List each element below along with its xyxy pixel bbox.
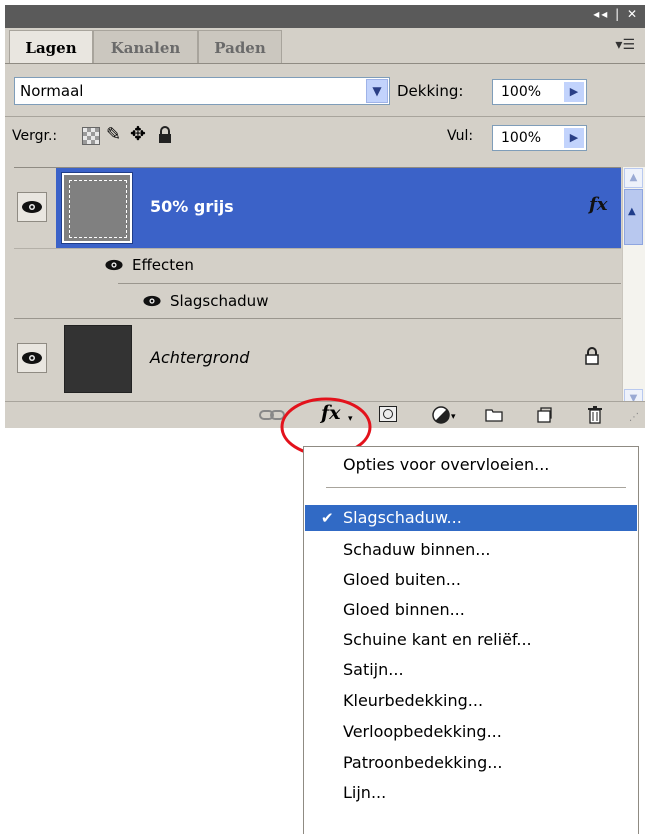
fx-badge-icon[interactable]: fx: [589, 194, 607, 215]
lock-icon: [584, 347, 600, 369]
menu-item-gloed-buiten[interactable]: Gloed buiten...: [305, 567, 637, 593]
tab-kanalen[interactable]: Kanalen: [93, 30, 198, 64]
menu-separator: [326, 487, 626, 488]
eye-icon: [22, 352, 42, 364]
fx-dropdown-menu: Opties voor overvloeien... ✔ Slagschaduw…: [303, 446, 639, 834]
collapse-close-icon[interactable]: ◂◂ | ✕: [593, 7, 639, 21]
fill-field[interactable]: 100% ▶: [492, 125, 587, 151]
opacity-label: Dekking:: [397, 82, 464, 100]
layer-thumbnail: [61, 172, 133, 244]
lock-brush-icon[interactable]: ✎: [106, 124, 121, 145]
menu-item-gloed-binnen[interactable]: Gloed binnen...: [305, 597, 637, 623]
tab-lagen[interactable]: Lagen: [9, 30, 93, 64]
layer-name[interactable]: 50% grijs: [150, 197, 234, 216]
visibility-toggle[interactable]: [17, 343, 47, 373]
fill-arrow-icon[interactable]: ▶: [564, 128, 584, 148]
mask-icon[interactable]: [379, 406, 397, 422]
chevron-down-icon[interactable]: ▼: [366, 79, 388, 103]
layer-row-background[interactable]: Achtergrond: [14, 319, 621, 399]
lock-move-icon[interactable]: ✥: [130, 123, 146, 145]
scroll-up-icon[interactable]: ▲: [624, 168, 643, 188]
eye-icon: [22, 201, 42, 213]
eye-icon[interactable]: [104, 259, 124, 271]
blend-mode-select[interactable]: Normaal ▼: [14, 77, 390, 105]
divider: [5, 116, 645, 117]
tab-paden[interactable]: Paden: [198, 30, 282, 64]
scroll-thumb[interactable]: ▲: [624, 189, 643, 245]
effect-label: Slagschaduw: [170, 292, 269, 310]
visibility-toggle[interactable]: [17, 192, 47, 222]
tab-divider: [5, 63, 645, 64]
resize-grip-icon[interactable]: ⋰: [629, 412, 639, 423]
menu-item-label: Slagschaduw...: [343, 508, 462, 527]
fill-label: Vul:: [447, 128, 474, 144]
layer-name[interactable]: Achtergrond: [150, 348, 249, 367]
lock-all-icon[interactable]: [157, 126, 173, 148]
menu-item-patroonbedekking[interactable]: Patroonbedekking...: [305, 750, 637, 776]
panel-menu-icon[interactable]: ▾☰: [615, 37, 635, 53]
trash-icon[interactable]: [587, 405, 603, 424]
menu-item-slagschaduw[interactable]: ✔ Slagschaduw...: [305, 505, 637, 531]
effects-row[interactable]: Effecten: [56, 248, 621, 283]
eye-icon[interactable]: [142, 295, 162, 307]
menu-item-lijn[interactable]: Lijn...: [305, 780, 637, 806]
lock-transparency-icon[interactable]: [82, 127, 100, 145]
layer-row-selected[interactable]: 50% grijs fx: [14, 168, 621, 248]
effects-label: Effecten: [132, 256, 194, 274]
layer-thumbnail: [64, 325, 132, 393]
menu-item-schuine-kant[interactable]: Schuine kant en reliëf...: [305, 627, 637, 653]
panel-title-bar: ◂◂ | ✕: [5, 5, 645, 28]
adjustment-menu-arrow-icon: ▾: [451, 412, 456, 422]
lock-label: Vergr.:: [12, 128, 58, 144]
fill-value: 100%: [501, 130, 542, 146]
menu-item-verloopbedekking[interactable]: Verloopbedekking...: [305, 719, 637, 745]
layer-list: 50% grijs fx Effecten Slagschaduw Achter…: [14, 167, 621, 400]
adjustment-icon[interactable]: [432, 406, 450, 424]
opacity-value: 100%: [501, 84, 542, 100]
checkmark-icon: ✔: [321, 509, 334, 527]
menu-item-satijn[interactable]: Satijn...: [305, 657, 637, 683]
effect-item-slagschaduw[interactable]: Slagschaduw: [118, 284, 621, 318]
new-layer-icon[interactable]: [536, 407, 552, 423]
layer-scrollbar[interactable]: ▲ ▲ ▼: [622, 167, 645, 411]
layers-panel: ◂◂ | ✕ Lagen Kanalen Paden ▾☰ Normaal ▼ …: [5, 5, 645, 428]
layer-selection-highlight: [56, 168, 621, 248]
menu-item-kleurbedekking[interactable]: Kleurbedekking...: [305, 688, 637, 714]
blend-mode-value: Normaal: [20, 82, 84, 100]
opacity-field[interactable]: 100% ▶: [492, 79, 587, 105]
folder-icon[interactable]: [485, 408, 503, 422]
menu-item-schaduw-binnen[interactable]: Schaduw binnen...: [305, 537, 637, 563]
opacity-arrow-icon[interactable]: ▶: [564, 82, 584, 102]
menu-item-opties-overvloeien[interactable]: Opties voor overvloeien...: [305, 452, 637, 478]
